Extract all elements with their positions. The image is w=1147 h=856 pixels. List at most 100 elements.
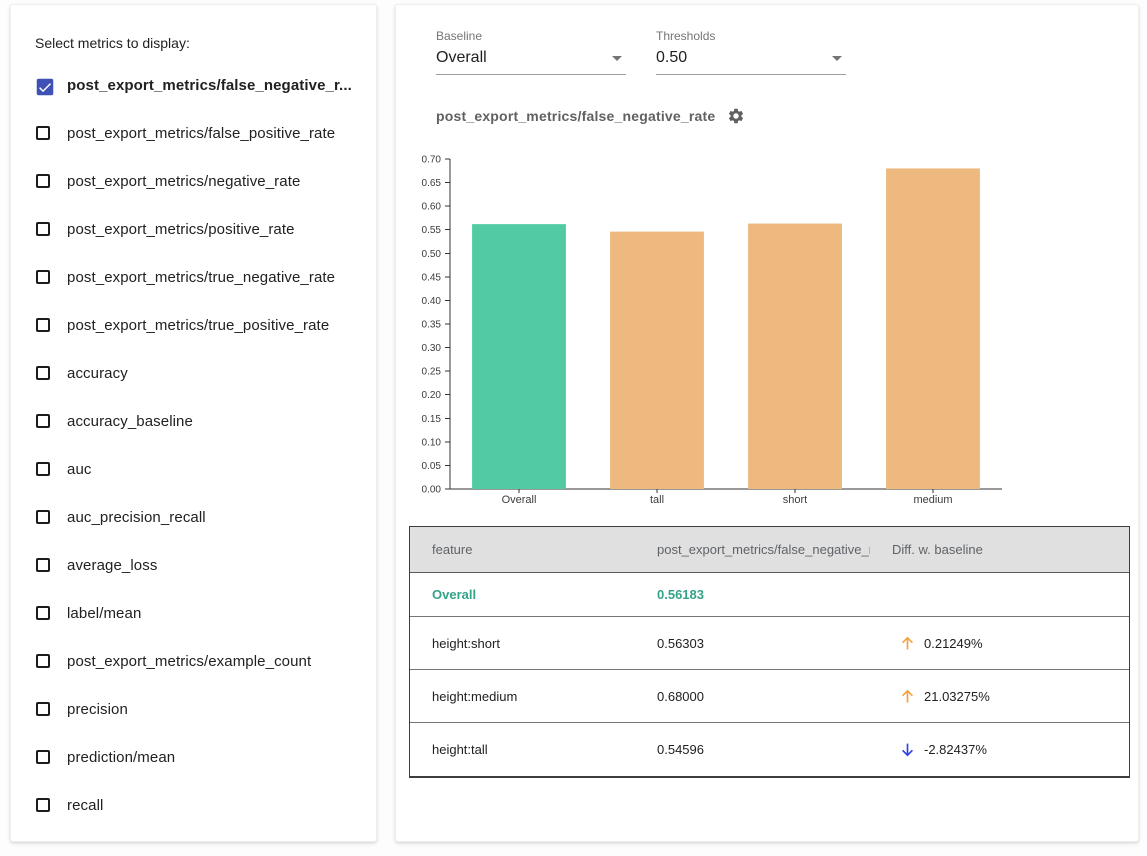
arrow-up-icon — [898, 687, 917, 706]
checkbox-unchecked-icon[interactable] — [36, 126, 50, 140]
feature-cell: height:medium — [410, 689, 635, 704]
checkbox-unchecked-icon[interactable] — [36, 462, 50, 476]
metric-checkbox-item[interactable]: precision — [11, 685, 376, 733]
checkbox-unchecked-icon[interactable] — [36, 558, 50, 572]
feature-cell: height:short — [410, 636, 635, 651]
thresholds-dropdown-value: 0.50 — [656, 49, 687, 67]
y-axis-tick-label: 0.45 — [422, 272, 442, 283]
metric-checkbox-item[interactable]: recall — [11, 781, 376, 829]
chart-title: post_export_metrics/false_negative_rate — [436, 108, 715, 124]
baseline-dropdown-label: Baseline — [436, 29, 626, 43]
table-row: height:medium0.68000 21.03275% — [410, 670, 1129, 723]
metric-label: recall — [67, 797, 103, 814]
table-header-metric: post_export_metrics/false_negative_rat..… — [635, 542, 870, 557]
checkbox-unchecked-icon[interactable] — [36, 222, 50, 236]
checkbox-unchecked-icon[interactable] — [36, 318, 50, 332]
metric-checkbox-item[interactable]: prediction/mean — [11, 733, 376, 781]
checkbox-unchecked-icon[interactable] — [36, 414, 50, 428]
diff-cell: 0.21249% — [870, 634, 1129, 653]
checkbox-checked-icon[interactable] — [36, 78, 50, 92]
bar-medium[interactable] — [886, 168, 980, 489]
y-axis-tick-label: 0.70 — [422, 155, 442, 166]
y-axis-tick-label: 0.50 — [422, 249, 442, 260]
metric-label: post_export_metrics/negative_rate — [67, 173, 300, 190]
table-header-row: feature post_export_metrics/false_negati… — [410, 527, 1129, 573]
controls-row: Baseline Overall Thresholds 0.50 — [396, 5, 1138, 75]
metric-label: post_export_metrics/positive_rate — [67, 221, 295, 238]
metric-checkbox-item[interactable]: post_export_metrics/negative_rate — [11, 157, 376, 205]
metric-checkbox-item[interactable]: label/mean — [11, 589, 376, 637]
diff-value: 21.03275% — [924, 689, 990, 704]
settings-gear-icon[interactable] — [727, 107, 745, 125]
checkbox-unchecked-icon[interactable] — [36, 750, 50, 764]
metric-label: auc_precision_recall — [67, 509, 206, 526]
metric-detail-panel: Baseline Overall Thresholds 0.50 post_ex… — [395, 4, 1139, 842]
metric-value-cell: 0.56303 — [635, 636, 870, 651]
metric-checkbox-item[interactable]: auc_precision_recall — [11, 493, 376, 541]
metric-value-cell: 0.54596 — [635, 742, 870, 757]
x-axis-category-label: Overall — [502, 494, 537, 506]
metric-checkbox-item[interactable]: auc — [11, 445, 376, 493]
table-row: Overall0.56183 — [410, 573, 1129, 617]
feature-cell: height:tall — [410, 742, 635, 757]
checkbox-unchecked-icon[interactable] — [36, 510, 50, 524]
checkbox-unchecked-icon[interactable] — [36, 270, 50, 284]
metric-checkbox-item[interactable]: post_export_metrics/example_count — [11, 637, 376, 685]
thresholds-dropdown-label: Thresholds — [656, 29, 846, 43]
y-axis-tick-label: 0.60 — [422, 202, 442, 213]
checkbox-unchecked-icon[interactable] — [36, 174, 50, 188]
metric-label: accuracy_baseline — [67, 413, 193, 430]
arrow-up-icon — [898, 634, 917, 653]
table-header-feature: feature — [410, 542, 635, 557]
metric-label: prediction/mean — [67, 749, 175, 766]
metric-checkbox-item[interactable]: accuracy_baseline — [11, 397, 376, 445]
metric-label: post_export_metrics/example_count — [67, 653, 311, 670]
diff-cell: -2.82437% — [870, 740, 1129, 759]
metric-label: precision — [67, 701, 128, 718]
metric-checkbox-item[interactable]: post_export_metrics/true_positive_rate — [11, 301, 376, 349]
bar-short[interactable] — [748, 224, 842, 489]
metric-list: post_export_metrics/false_negative_r...p… — [11, 61, 376, 829]
checkbox-unchecked-icon[interactable] — [36, 702, 50, 716]
y-axis-tick-label: 0.05 — [422, 461, 442, 472]
arrow-down-icon — [898, 740, 917, 759]
metric-checkbox-item[interactable]: post_export_metrics/false_positive_rate — [11, 109, 376, 157]
bar-Overall[interactable] — [472, 224, 566, 489]
checkbox-unchecked-icon[interactable] — [36, 798, 50, 812]
baseline-dropdown[interactable]: Baseline Overall — [436, 29, 626, 75]
checkbox-unchecked-icon[interactable] — [36, 654, 50, 668]
dropdown-arrow-icon[interactable] — [832, 56, 842, 61]
metric-label: post_export_metrics/false_negative_r... — [67, 77, 352, 94]
metric-table: feature post_export_metrics/false_negati… — [409, 526, 1130, 778]
y-axis-tick-label: 0.15 — [422, 414, 442, 425]
x-axis-category-label: short — [783, 494, 807, 506]
metric-checkbox-item[interactable]: post_export_metrics/false_negative_r... — [11, 61, 376, 109]
metric-checkbox-item[interactable]: average_loss — [11, 541, 376, 589]
dropdown-arrow-icon[interactable] — [612, 56, 622, 61]
metric-value-cell: 0.68000 — [635, 689, 870, 704]
metric-select-title: Select metrics to display: — [35, 35, 376, 51]
metric-checkbox-item[interactable]: accuracy — [11, 349, 376, 397]
checkbox-unchecked-icon[interactable] — [36, 366, 50, 380]
table-row: height:tall0.54596-2.82437% — [410, 723, 1129, 776]
y-axis-tick-label: 0.65 — [422, 178, 442, 189]
y-axis-tick-label: 0.55 — [422, 225, 442, 236]
diff-value: 0.21249% — [924, 636, 983, 651]
metric-label: accuracy — [67, 365, 128, 382]
y-axis-tick-label: 0.00 — [422, 485, 442, 496]
metric-label: label/mean — [67, 605, 141, 622]
x-axis-category-label: tall — [650, 494, 664, 506]
thresholds-dropdown[interactable]: Thresholds 0.50 — [656, 29, 846, 75]
metric-value-cell: 0.56183 — [635, 587, 870, 602]
diff-cell: 21.03275% — [870, 687, 1129, 706]
table-row: height:short0.56303 0.21249% — [410, 617, 1129, 670]
y-axis-tick-label: 0.25 — [422, 367, 442, 378]
checkbox-unchecked-icon[interactable] — [36, 606, 50, 620]
metric-checkbox-item[interactable]: post_export_metrics/positive_rate — [11, 205, 376, 253]
bar-tall[interactable] — [610, 232, 704, 489]
y-axis-tick-label: 0.30 — [422, 343, 442, 354]
y-axis-tick-label: 0.20 — [422, 390, 442, 401]
metric-checkbox-item[interactable]: post_export_metrics/true_negative_rate — [11, 253, 376, 301]
bar-chart: 0.000.050.100.150.200.250.300.350.400.45… — [410, 129, 1010, 515]
y-axis-tick-label: 0.35 — [422, 320, 442, 331]
